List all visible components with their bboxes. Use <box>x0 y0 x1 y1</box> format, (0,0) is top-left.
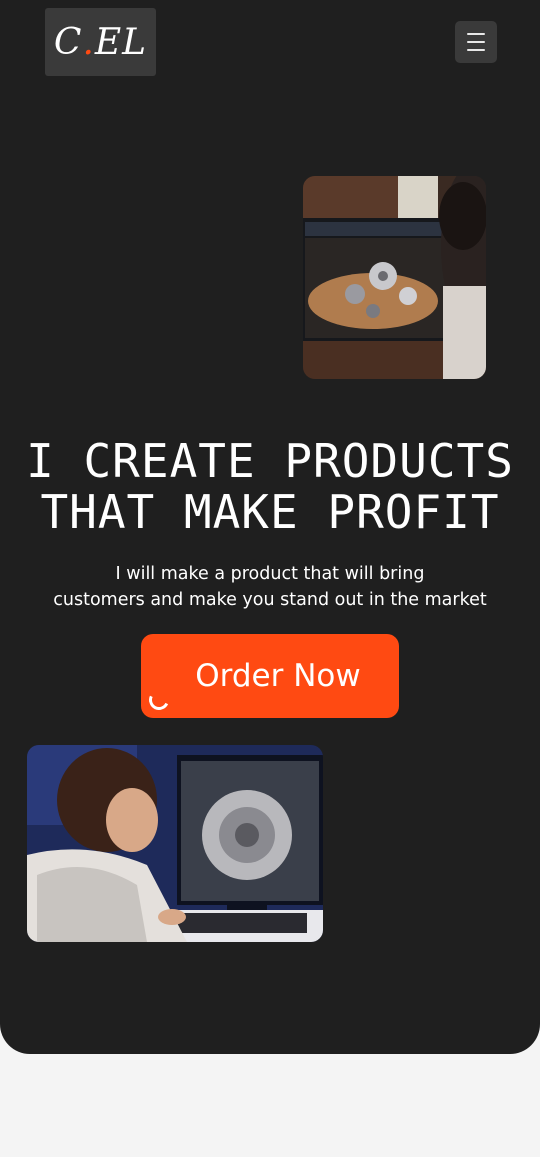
menu-button[interactable] <box>455 21 497 63</box>
order-now-label: Order Now <box>195 658 361 694</box>
headline-line-1: I CREATE PRODUCTS <box>26 434 514 488</box>
cad-workstation-photo <box>303 176 486 379</box>
hamburger-menu-icon <box>467 33 485 35</box>
subtext-line-2: customers and make you stand out in the … <box>53 590 487 610</box>
hamburger-menu-icon <box>467 41 485 43</box>
hero-subtext: I will make a product that will bring cu… <box>40 561 500 613</box>
hero-headline: I CREATE PRODUCTS THAT MAKE PROFIT <box>0 436 540 538</box>
subtext-line-1: I will make a product that will bring <box>115 564 425 584</box>
logo-letters-el: EL <box>94 21 148 63</box>
order-now-button[interactable]: Order Now <box>141 634 399 718</box>
loading-spinner-icon <box>146 687 172 713</box>
engineer-at-computer-photo <box>27 745 323 942</box>
hero-section: C. EL I CREATE PRODUCTS THAT MAKE PROFIT… <box>0 0 540 1054</box>
logo-dot: . <box>82 21 95 63</box>
headline-line-2: THAT MAKE PROFIT <box>40 485 500 539</box>
hamburger-menu-icon <box>467 49 485 51</box>
logo-letter-c: C <box>53 21 83 63</box>
brand-logo[interactable]: C. EL <box>45 8 156 76</box>
